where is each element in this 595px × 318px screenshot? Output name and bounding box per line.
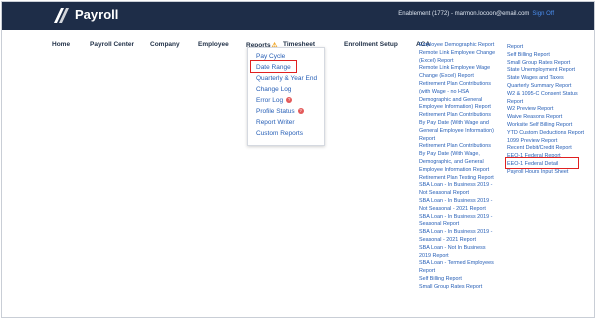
profile-status-label: Profile Status xyxy=(256,108,295,115)
report-link-item[interactable]: SBA Loan - Not In Business xyxy=(419,245,507,253)
menu-item-quarterly-year-end[interactable]: Quarterly & Year End xyxy=(256,75,317,82)
menu-item-change-log[interactable]: Change Log xyxy=(256,86,291,93)
nav-enrollment-setup[interactable]: Enrollment Setup xyxy=(344,41,398,48)
report-link-item[interactable]: 2019 Report xyxy=(419,253,507,261)
report-link-item[interactable]: Remote Link Employee Wage xyxy=(419,65,507,73)
report-link-item[interactable]: SBA Loan - In Business 2019 - xyxy=(419,182,507,190)
report-link-item[interactable]: Report xyxy=(507,44,591,52)
report-link-item[interactable]: (Excel) Report xyxy=(419,58,507,66)
report-link-item[interactable]: Change (Excel) Report xyxy=(419,73,507,81)
report-link-item[interactable]: Retirement Plan Contributions xyxy=(419,81,507,89)
report-link-item[interactable]: Remote Link Employee Change xyxy=(419,50,507,58)
report-link-item[interactable]: Self Billing Report xyxy=(507,52,591,60)
report-link-item[interactable]: Retirement Plan Testing Report xyxy=(419,175,507,183)
nav-company[interactable]: Company xyxy=(150,41,180,48)
report-link-item[interactable]: SBA Loan - In Business 2019 - xyxy=(419,198,507,206)
report-link-item[interactable]: Demographic and General xyxy=(419,97,507,105)
menu-item-pay-cycle[interactable]: Pay Cycle xyxy=(256,53,285,60)
menu-item-error-log[interactable]: Error Log? xyxy=(256,97,293,104)
user-info: Enablement (1772) - marmon.locoon@email.… xyxy=(398,11,554,17)
top-bar: Payroll Enablement (1772) - marmon.locoo… xyxy=(2,2,594,30)
menu-item-profile-status[interactable]: Profile Status? xyxy=(256,108,304,115)
report-link-item[interactable]: (with Wage - no HSA xyxy=(419,89,507,97)
profile-status-badge: ? xyxy=(297,108,304,114)
error-log-badge: ? xyxy=(286,97,293,103)
sign-off-link[interactable]: Sign Off xyxy=(532,11,554,17)
report-link-item[interactable]: YTD Custom Deductions Report xyxy=(507,130,591,138)
error-log-label: Error Log xyxy=(256,97,284,104)
report-link-item[interactable]: By Pay Date (With Wage and xyxy=(419,120,507,128)
report-link-item[interactable]: W2 Preview Report xyxy=(507,106,591,114)
highlight-date-range xyxy=(250,60,297,73)
payroll-logo-icon xyxy=(54,8,69,23)
report-link-item[interactable]: Worksite Self Billing Report xyxy=(507,122,591,130)
nav-home[interactable]: Home xyxy=(52,41,70,48)
user-account-text: Enablement (1772) - marmon.locoon@email.… xyxy=(398,11,530,17)
report-link-item[interactable]: Seasonal - 2021 Report xyxy=(419,237,507,245)
report-link-item[interactable]: Not Seasonal Report xyxy=(419,190,507,198)
report-link-item[interactable]: SBA Loan - In Business 2019 - xyxy=(419,229,507,237)
report-link-item[interactable]: W2 & 1095-C Consent Status xyxy=(507,91,591,99)
reports-list-column-2: Employee Demographic Report Remote Link E… xyxy=(419,42,507,292)
report-link-item[interactable]: Report xyxy=(419,136,507,144)
nav-payroll-center[interactable]: Payroll Center xyxy=(90,41,134,48)
report-link-item[interactable]: Quarterly Summary Report xyxy=(507,83,591,91)
report-link-item[interactable]: Retirement Plan Contributions xyxy=(419,143,507,151)
report-link-item[interactable]: Employee Information) Report xyxy=(419,104,507,112)
report-link-item[interactable]: Self Billing Report xyxy=(419,276,507,284)
report-link-item[interactable]: Employee Information Report xyxy=(419,167,507,175)
app-title: Payroll xyxy=(75,7,119,22)
menu-item-custom-reports[interactable]: Custom Reports xyxy=(256,130,303,137)
nav-employee[interactable]: Employee xyxy=(198,41,229,48)
report-link-item[interactable]: State Wages and Taxes xyxy=(507,75,591,83)
highlight-recent-debit-credit xyxy=(505,157,579,169)
report-link-item[interactable]: Recent Debit/Credit Report xyxy=(507,145,591,153)
report-link-item[interactable]: Report xyxy=(507,99,591,107)
report-link-item[interactable]: SBA Loan - In Business 2019 - xyxy=(419,214,507,222)
report-link-item[interactable]: Retirement Plan Contributions xyxy=(419,112,507,120)
report-link-item[interactable]: By Pay Date (With Wage, xyxy=(419,151,507,159)
report-link-item[interactable]: Not Seasonal - 2021 Report xyxy=(419,206,507,214)
report-link-item[interactable]: Small Group Rates Report xyxy=(507,60,591,68)
report-link-item[interactable]: Waive Reasons Report xyxy=(507,114,591,122)
report-link-item[interactable]: General Employee Information) xyxy=(419,128,507,136)
report-link-item[interactable]: Report xyxy=(419,268,507,276)
report-link-item[interactable]: Demographic, and General xyxy=(419,159,507,167)
report-link-item[interactable]: Small Group Rates Report xyxy=(419,284,507,292)
report-link-item[interactable]: Payroll Hours Input Sheet xyxy=(507,169,591,177)
report-link-item[interactable]: SBA Loan - Termed Employees xyxy=(419,260,507,268)
report-link-item[interactable]: Employee Demographic Report xyxy=(419,42,507,50)
report-link-item[interactable]: State Unemployment Report xyxy=(507,67,591,75)
report-link-item[interactable]: Seasonal Report xyxy=(419,221,507,229)
browser-frame: Payroll Enablement (1772) - marmon.locoo… xyxy=(1,1,595,318)
menu-item-report-writer[interactable]: Report Writer xyxy=(256,119,295,126)
report-link-item[interactable]: 1099 Preview Report xyxy=(507,138,591,146)
